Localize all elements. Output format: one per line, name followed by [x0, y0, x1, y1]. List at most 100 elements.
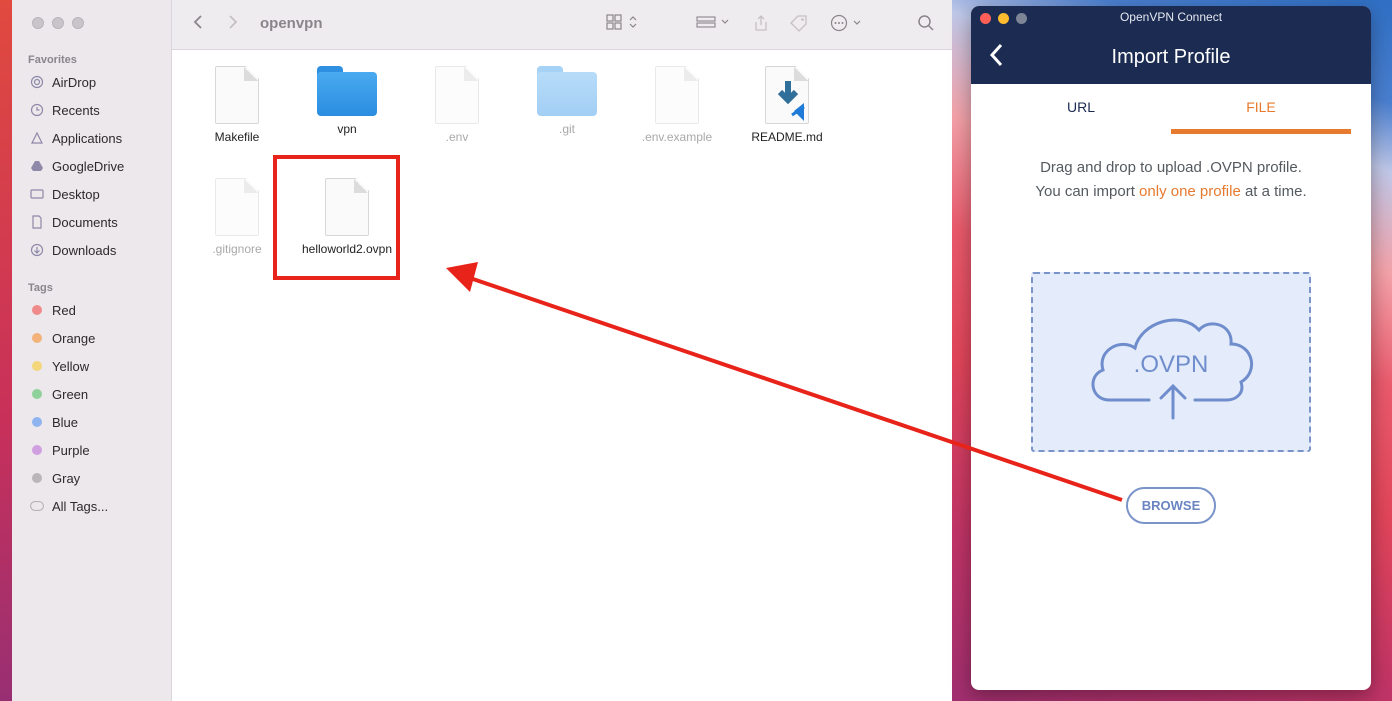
- file-name: vpn: [337, 122, 357, 136]
- tab-url[interactable]: URL: [991, 84, 1171, 134]
- instruction-accent-text: only one profile: [1139, 183, 1241, 200]
- sidebar-item-label: GoogleDrive: [52, 158, 125, 174]
- sidebar-tag-purple[interactable]: Purple: [30, 440, 90, 460]
- sidebar-item-label: Desktop: [52, 186, 100, 202]
- tag-icon[interactable]: [789, 14, 809, 37]
- window-title: OpenVPN Connect: [1119, 10, 1223, 24]
- tag-dot-orange: [32, 333, 42, 343]
- zoom-button[interactable]: [72, 17, 84, 29]
- document-icon: [655, 66, 699, 124]
- sidebar-tag-orange[interactable]: Orange: [30, 328, 95, 348]
- file-item[interactable]: .gitignore: [187, 178, 287, 256]
- document-icon: [215, 66, 259, 124]
- document-icon: [30, 215, 44, 229]
- download-icon: [30, 243, 44, 257]
- tag-dot-red: [32, 305, 42, 315]
- forward-icon[interactable]: [227, 14, 239, 35]
- import-instructions: Drag and drop to upload .OVPN profile. Y…: [971, 156, 1371, 204]
- finder-toolbar: openvpn: [172, 0, 952, 50]
- sidebar-item-label: Green: [52, 386, 89, 402]
- group-icon[interactable]: [696, 14, 732, 35]
- document-icon: [435, 66, 479, 124]
- file-name: Makefile: [214, 130, 260, 144]
- sidebar-item-label: AirDrop: [52, 74, 97, 90]
- sidebar-item-airdrop[interactable]: AirDrop: [30, 72, 96, 92]
- sidebar-item-documents[interactable]: Documents: [30, 212, 118, 232]
- file-item[interactable]: .env: [407, 66, 507, 144]
- folder-icon: [537, 66, 597, 116]
- sidebar-tag-gray[interactable]: Gray: [30, 468, 80, 488]
- airdrop-icon: [30, 75, 44, 89]
- share-icon[interactable]: [752, 14, 770, 37]
- sidebar-item-label: Documents: [52, 214, 118, 230]
- sidebar-item-label: Downloads: [52, 242, 117, 258]
- tag-dot-purple: [32, 445, 42, 455]
- sidebar-tags-header: Tags: [28, 282, 53, 294]
- tag-dot-blue: [32, 417, 42, 427]
- sidebar-item-label: Applications: [52, 130, 123, 146]
- finder-window: Favorites AirDrop Recents Applications G…: [12, 0, 952, 701]
- page-title: Import Profile: [1111, 46, 1231, 68]
- sidebar-item-label: Blue: [52, 414, 79, 430]
- folder-icon: [317, 66, 377, 116]
- file-item[interactable]: Makefile: [187, 66, 287, 144]
- sidebar-item-label: Purple: [52, 442, 90, 458]
- cloud-upload-icon: .OVPN: [1091, 318, 1253, 420]
- folder-item[interactable]: .git: [517, 66, 617, 136]
- sidebar-tag-green[interactable]: Green: [30, 384, 88, 404]
- close-button[interactable]: [32, 17, 44, 29]
- back-icon[interactable]: [192, 14, 204, 35]
- folder-title: openvpn: [260, 15, 323, 32]
- desktop-icon: [30, 187, 44, 201]
- more-actions-icon[interactable]: [830, 14, 866, 37]
- google-drive-icon: [30, 159, 44, 173]
- file-name: .env.example: [641, 130, 713, 144]
- applications-icon: [30, 131, 44, 145]
- view-grid-icon[interactable]: [606, 14, 640, 35]
- sidebar-item-label: Yellow: [52, 358, 90, 374]
- file-name: .gitignore: [212, 242, 262, 256]
- browse-button[interactable]: BROWSE: [1126, 487, 1216, 524]
- sidebar-item-recents[interactable]: Recents: [30, 100, 100, 120]
- search-icon[interactable]: [917, 14, 935, 37]
- dropzone-label: .OVPN: [1134, 351, 1209, 378]
- sidebar-item-label: Orange: [52, 330, 96, 346]
- sidebar-item-label: All Tags...: [52, 498, 109, 514]
- instruction-line-1: Drag and drop to upload .OVPN profile.: [1040, 159, 1302, 176]
- file-name: README.md: [751, 130, 823, 144]
- sidebar-favorites-header: Favorites: [28, 54, 77, 66]
- sidebar-tag-blue[interactable]: Blue: [30, 412, 78, 432]
- sidebar-item-desktop[interactable]: Desktop: [30, 184, 100, 204]
- sidebar-item-googledrive[interactable]: GoogleDrive: [30, 156, 124, 176]
- finder-file-grid: Makefile vpn .env .git .env.example READ…: [172, 50, 952, 701]
- vscode-document-icon: [765, 66, 809, 124]
- sidebar-tag-red[interactable]: Red: [30, 300, 76, 320]
- file-name: .git: [558, 122, 575, 136]
- minimize-button[interactable]: [52, 17, 64, 29]
- ovpn-dropzone[interactable]: .OVPN: [1031, 272, 1311, 452]
- instruction-text: at a time.: [1240, 183, 1307, 200]
- instruction-line-2: You can import only one profile at a tim…: [971, 180, 1371, 204]
- sidebar-item-downloads[interactable]: Downloads: [30, 240, 116, 260]
- tag-dot-gray: [32, 473, 42, 483]
- sidebar-tag-yellow[interactable]: Yellow: [30, 356, 89, 376]
- finder-sidebar: Favorites AirDrop Recents Applications G…: [12, 0, 172, 701]
- window-controls: [32, 17, 84, 29]
- folder-item[interactable]: vpn: [297, 66, 397, 136]
- import-tabs: URL FILE: [971, 84, 1371, 134]
- clock-icon: [30, 103, 44, 117]
- openvpn-window: OpenVPN Connect Import Profile URL FILE …: [971, 6, 1371, 690]
- tag-dot-yellow: [32, 361, 42, 371]
- file-name: .env: [445, 130, 469, 144]
- openvpn-titlebar: OpenVPN Connect: [971, 6, 1371, 30]
- document-icon: [215, 178, 259, 236]
- sidebar-item-label: Gray: [52, 470, 81, 486]
- sidebar-item-applications[interactable]: Applications: [30, 128, 122, 148]
- sidebar-all-tags[interactable]: All Tags...: [30, 496, 108, 516]
- tag-dot-green: [32, 389, 42, 399]
- file-item[interactable]: .env.example: [627, 66, 727, 144]
- annotation-highlight-box: [273, 155, 400, 280]
- sidebar-item-label: Recents: [52, 102, 100, 118]
- file-item[interactable]: README.md: [737, 66, 837, 144]
- tab-file[interactable]: FILE: [1171, 84, 1351, 134]
